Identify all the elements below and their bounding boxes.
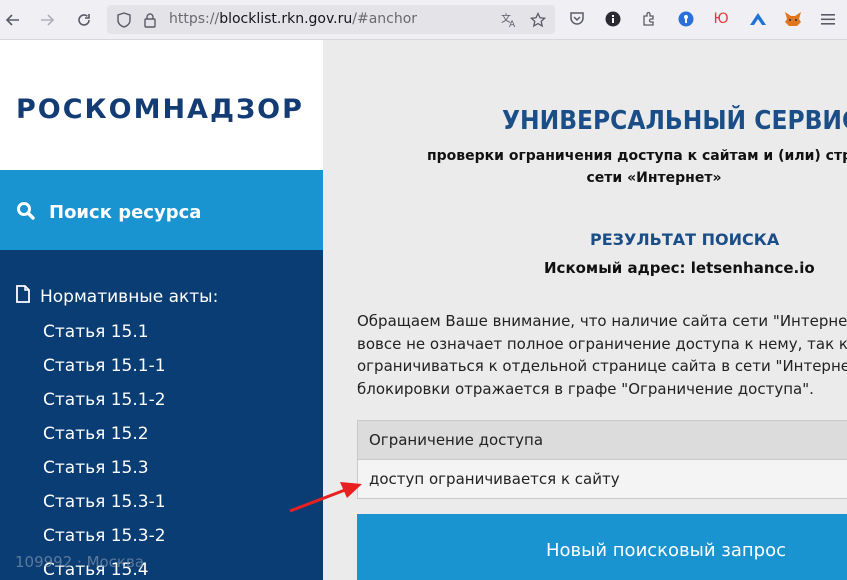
- new-search-label: Новый поисковый запрос: [546, 540, 786, 561]
- back-icon[interactable]: [0, 7, 26, 33]
- table-cell-restriction-value: доступ ограничивается к сайту: [357, 460, 847, 499]
- notice-paragraph: Обращаем Ваше внимание, что наличие сайт…: [357, 310, 847, 400]
- notice-line-1: Обращаем Ваше внимание, что наличие сайт…: [357, 312, 847, 330]
- search-result-heading: РЕЗУЛЬТАТ ПОИСКА: [590, 230, 780, 249]
- sought-address: Искомый адрес: letsenhance.io: [544, 259, 815, 277]
- url-path: /#anchor: [352, 11, 418, 27]
- forward-icon[interactable]: [34, 7, 60, 33]
- sidebar-item-article-15-3-2[interactable]: Статья 15.3-2: [43, 526, 166, 546]
- search-resource-button[interactable]: Поиск ресурса: [0, 170, 323, 250]
- search-icon: [16, 201, 36, 225]
- new-search-button[interactable]: Новый поисковый запрос: [357, 514, 847, 580]
- sidebar-item-article-15-2[interactable]: Статья 15.2: [43, 424, 149, 444]
- site-logo[interactable]: РОСКОМНАДЗОР: [16, 94, 304, 125]
- reload-icon[interactable]: [71, 7, 97, 33]
- regulatory-acts-label: Нормативные акты:: [40, 286, 219, 307]
- yu-extension-icon[interactable]: Ю: [712, 10, 730, 28]
- sidebar-item-article-15-1-1[interactable]: Статья 15.1-1: [43, 356, 166, 376]
- pocket-icon[interactable]: [568, 10, 586, 28]
- info-icon[interactable]: [604, 10, 622, 28]
- result-table: Ограничение доступа доступ ограничиваетс…: [357, 420, 847, 499]
- sidebar: РОСКОМНАДЗОР Поиск ресурса Нормативные а…: [0, 40, 323, 580]
- url-bar[interactable]: https://blocklist.rkn.gov.ru/#anchor 文A: [107, 5, 555, 34]
- logo-area: РОСКОМНАДЗОР: [0, 40, 323, 170]
- lock-icon[interactable]: [141, 11, 159, 29]
- url-prefix: https://: [169, 11, 220, 27]
- subtitle-line-1: проверки ограничения доступа к сайтам и …: [426, 148, 847, 164]
- regulatory-acts-heading: Нормативные акты:: [16, 285, 218, 308]
- menu-hamburger-icon[interactable]: [820, 10, 838, 28]
- vpn-extension-icon[interactable]: [749, 10, 767, 28]
- main-content: УНИВЕРСАЛЬНЫЙ СЕРВИС проверки ограничени…: [323, 40, 847, 580]
- subtitle-line-2: сети «Интернет»: [586, 170, 722, 186]
- notice-line-3: ограничиваться к отдельной странице сайт…: [357, 357, 847, 375]
- sidebar-item-article-15-1[interactable]: Статья 15.1: [43, 322, 149, 342]
- metamask-fox-icon[interactable]: [784, 10, 802, 28]
- url-host: blocklist.rkn.gov.ru: [219, 11, 353, 27]
- search-resource-label: Поиск ресурса: [49, 202, 202, 223]
- extensions-icon[interactable]: [640, 10, 658, 28]
- notice-line-4: блокировки отражается в графе "Ограничен…: [357, 379, 814, 398]
- browser-toolbar: https://blocklist.rkn.gov.ru/#anchor 文A …: [0, 0, 847, 40]
- page-title: УНИВЕРСАЛЬНЫЙ СЕРВИС: [502, 106, 847, 136]
- bookmark-star-icon[interactable]: [529, 11, 547, 29]
- url-text[interactable]: https://blocklist.rkn.gov.ru/#anchor: [169, 11, 417, 27]
- keepassxc-icon[interactable]: [677, 10, 695, 28]
- translate-icon[interactable]: 文A: [501, 11, 519, 29]
- svg-text:A: A: [509, 20, 516, 28]
- sidebar-item-article-15-1-2[interactable]: Статья 15.1-2: [43, 390, 166, 410]
- footer-address-overlay: 109992 · Москва: [15, 553, 145, 571]
- sidebar-item-article-15-3-1[interactable]: Статья 15.3-1: [43, 492, 166, 512]
- table-header-access-restriction: Ограничение доступа: [357, 420, 847, 460]
- sidebar-item-article-15-3[interactable]: Статья 15.3: [43, 458, 149, 478]
- red-arrow-annotation: [289, 482, 362, 513]
- notice-line-2: вовсе не означает полное ограничение дос…: [357, 334, 847, 353]
- document-icon: [16, 285, 30, 308]
- shield-icon[interactable]: [115, 11, 133, 29]
- page-subtitle: проверки ограничения доступа к сайтам и …: [394, 145, 847, 189]
